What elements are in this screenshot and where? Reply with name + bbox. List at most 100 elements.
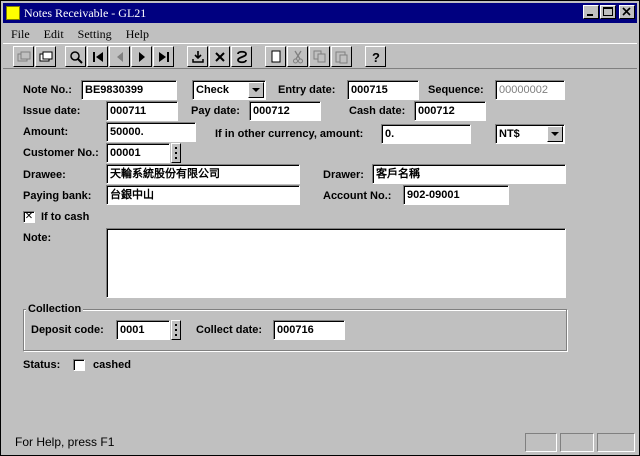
cut-record-button[interactable] [13,46,34,67]
copy-button[interactable] [309,46,330,67]
customer-lookup-button[interactable] [171,143,181,163]
paying-bank-label: Paying bank: [23,190,92,202]
other-currency-label: If in other currency, amount: [215,128,364,140]
refresh-button[interactable] [231,46,252,67]
minimize-button[interactable] [583,5,599,19]
lookup-dots-icon [175,324,177,336]
sequence-field: 00000002 [495,80,565,100]
delete-button[interactable] [209,46,230,67]
new-button[interactable] [265,46,286,67]
chevron-down-icon [252,87,260,92]
entry-date-label: Entry date: [278,84,336,96]
copy-record-button[interactable] [35,46,56,67]
pay-date-label: Pay date: [191,105,240,117]
menu-file[interactable]: File [3,27,36,42]
copy-doc-icon [39,51,52,61]
status-bar: For Help, press F1 [3,431,637,453]
drawer-field[interactable]: 客戶名稱 [372,164,566,184]
help-button[interactable]: ? [365,46,386,67]
menu-setting[interactable]: Setting [70,27,118,42]
drawer-label: Drawer: [323,169,364,181]
note-type-select[interactable]: Check [192,80,266,100]
title-bar: Notes Receivable - GL21 [3,3,637,23]
search-button[interactable] [65,46,86,67]
last-record-icon [158,51,169,62]
status-pane-3 [597,433,635,452]
paying-bank-field[interactable]: 台銀中山 [106,185,300,205]
new-icon [271,50,280,62]
currency-select[interactable]: NT$ [495,124,565,144]
save-icon [191,50,204,63]
cut-icon [17,51,30,61]
previous-record-icon [116,51,123,62]
status-help-text: For Help, press F1 [15,435,115,449]
account-no-label: Account No.: [323,190,392,202]
save-button[interactable] [187,46,208,67]
cash-date-label: Cash date: [349,105,406,117]
drawee-field[interactable]: 天輪系統股份有限公司 [106,164,300,184]
note-no-label: Note No.: [23,84,72,96]
collect-date-label: Collect date: [196,324,263,336]
menu-edit[interactable]: Edit [36,27,70,42]
chevron-down-icon [551,131,559,136]
menu-bar: File Edit Setting Help [3,25,155,43]
copy-icon [313,50,325,62]
sequence-label: Sequence: [428,84,484,96]
issue-date-label: Issue date: [23,105,81,117]
drawee-label: Drawee: [23,169,66,181]
lookup-dots-icon [175,147,177,159]
paste-button[interactable] [331,46,352,67]
search-icon [69,50,83,64]
window-title: Notes Receivable - GL21 [24,5,147,20]
currency-dropdown-button[interactable] [547,126,563,142]
deposit-lookup-button[interactable] [171,320,181,340]
collection-group-title: Collection [26,302,84,316]
note-type-dropdown-button[interactable] [248,82,264,98]
close-button[interactable] [619,5,635,19]
close-icon [622,7,631,16]
previous-record-button[interactable] [109,46,130,67]
note-label: Note: [23,232,52,244]
maximize-icon [603,7,613,16]
cut-button[interactable] [287,46,308,67]
other-amount-field[interactable]: 0. [381,124,471,144]
pay-date-field[interactable]: 000712 [249,101,321,121]
amount-label: Amount: [23,126,69,138]
next-record-button[interactable] [131,46,152,67]
status-pane-1 [525,433,557,452]
app-window: Notes Receivable - GL21 File Edit Settin… [0,0,640,456]
first-record-button[interactable] [87,46,108,67]
toolbar: ? [3,43,637,69]
deposit-code-label: Deposit code: [31,324,104,336]
delete-icon [214,51,225,62]
scissors-icon [292,50,303,63]
first-record-icon [92,51,103,62]
status-label: Status: [23,359,61,371]
note-textarea[interactable] [106,228,566,298]
cashed-label: cashed [93,359,131,371]
collect-date-field[interactable]: 000716 [273,320,345,340]
refresh-icon [236,50,247,63]
svg-text:?: ? [372,50,380,64]
cashed-checkbox[interactable] [73,359,85,371]
if-to-cash-checkbox[interactable]: ✕ [23,211,35,223]
next-record-icon [138,51,145,62]
menu-help[interactable]: Help [118,27,155,42]
deposit-code-field[interactable]: 0001 [116,320,170,340]
cash-date-field[interactable]: 000712 [414,101,486,121]
paste-icon [335,51,347,63]
if-to-cash-label: If to cash [41,211,90,223]
app-icon [6,6,20,20]
customer-no-field[interactable]: 00001 [106,143,170,163]
last-record-button[interactable] [153,46,174,67]
help-icon: ? [372,50,380,64]
note-no-field[interactable]: BE9830399 [81,80,177,100]
status-pane-2 [560,433,594,452]
maximize-button[interactable] [600,5,616,19]
issue-date-field[interactable]: 000711 [106,101,178,121]
account-no-field[interactable]: 902-09001 [403,185,509,205]
entry-date-field[interactable]: 000715 [347,80,419,100]
customer-no-label: Customer No.: [23,147,99,159]
minimize-icon [587,14,593,16]
amount-field[interactable]: 50000. [106,122,196,142]
